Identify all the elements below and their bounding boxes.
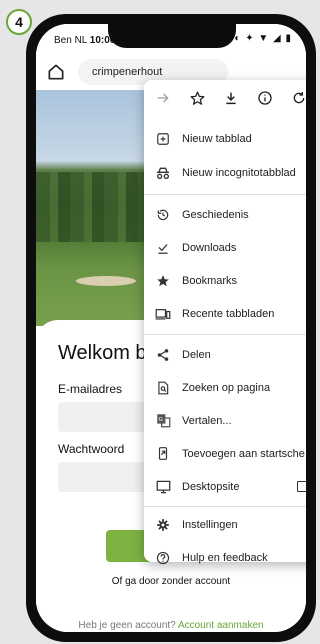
email-label: E-mailadres — [58, 382, 123, 396]
svg-text:G: G — [158, 417, 162, 423]
url-text: crimpenerhout — [92, 66, 163, 78]
bookmark-star-icon[interactable] — [186, 87, 208, 109]
history-icon — [154, 206, 172, 224]
menu-item-history[interactable]: Geschiedenis — [144, 198, 306, 231]
translate-icon: G — [154, 412, 172, 430]
refresh-icon[interactable] — [288, 87, 306, 109]
help-icon — [154, 549, 172, 567]
notch — [108, 24, 236, 48]
menu-divider — [144, 334, 306, 335]
guest-link[interactable]: Of ga door zonder account — [36, 576, 306, 587]
menu-item-find-in-page[interactable]: Zoeken op pagina — [144, 371, 306, 404]
menu-item-help[interactable]: Hulp en feedback — [144, 541, 306, 574]
menu-item-label: Nieuw tabblad — [182, 132, 252, 145]
menu-item-label: Geschiedenis — [182, 208, 249, 221]
menu-item-bookmarks[interactable]: Bookmarks — [144, 264, 306, 297]
menu-toolbar — [144, 80, 306, 116]
menu-item-label: Recente tabbladen — [182, 307, 275, 320]
menu-item-settings[interactable]: Instellingen — [144, 508, 306, 541]
bunker — [76, 276, 136, 286]
desktop-site-checkbox[interactable] — [297, 481, 306, 492]
info-icon[interactable] — [254, 87, 276, 109]
status-icons: ◐ ✦ ▼ ◢ ▮ — [234, 33, 292, 44]
menu-divider — [144, 194, 306, 195]
desktop-icon — [154, 478, 172, 496]
home-icon[interactable] — [46, 62, 66, 82]
signal-icon: ◐ ✦ ▼ ◢ ▮ — [234, 33, 292, 44]
menu-item-label: Downloads — [182, 241, 237, 254]
menu-item-label: Toevoegen aan startsche... — [182, 447, 306, 460]
settings-gear-icon — [154, 516, 172, 534]
phone-screen: Ben NL 10:06 ◐ ✦ ▼ ◢ ▮ crimpenerhout Wel… — [36, 24, 306, 632]
menu-item-share[interactable]: Delen — [144, 338, 306, 371]
menu-item-label: Vertalen... — [182, 414, 232, 427]
password-label: Wachtwoord — [58, 442, 125, 456]
menu-item-label: Bookmarks — [182, 274, 238, 287]
menu-item-label: Hulp en feedback — [182, 551, 268, 564]
bookmark-star-icon — [154, 272, 172, 290]
browser-overflow-menu: Nieuw tabblad Nieuw incognitotabblad Ges… — [144, 80, 306, 564]
menu-item-incognito[interactable]: Nieuw incognitotabblad — [144, 156, 306, 189]
menu-item-label: Nieuw incognitotabblad — [182, 166, 296, 179]
menu-item-label: Zoeken op pagina — [182, 381, 271, 394]
menu-item-recent-tabs[interactable]: Recente tabbladen — [144, 297, 306, 330]
welcome-heading: Welkom b — [58, 342, 147, 364]
recent-tabs-icon — [154, 305, 172, 323]
menu-item-downloads[interactable]: Downloads — [144, 231, 306, 264]
menu-item-new-tab[interactable]: Nieuw tabblad — [144, 122, 306, 155]
status-bar: Ben NL 10:06 ◐ ✦ ▼ ◢ ▮ — [36, 24, 306, 54]
step-badge: 4 — [6, 9, 32, 35]
forward-arrow-icon[interactable] — [152, 87, 174, 109]
menu-item-label: Delen — [182, 348, 211, 361]
menu-item-desktop-site[interactable]: Desktopsite — [144, 470, 306, 503]
incognito-icon — [154, 164, 172, 182]
signup-row: Heb je geen account? Account aanmaken — [36, 620, 306, 631]
menu-item-translate[interactable]: G Vertalen... — [144, 404, 306, 437]
share-icon — [154, 346, 172, 364]
phone-frame: Ben NL 10:06 ◐ ✦ ▼ ◢ ▮ crimpenerhout Wel… — [26, 14, 316, 642]
new-tab-icon — [154, 130, 172, 148]
status-left: Ben NL 10:06 — [54, 35, 115, 46]
download-icon[interactable] — [220, 87, 242, 109]
menu-divider — [144, 506, 306, 507]
menu-item-label: Desktopsite — [182, 480, 240, 493]
menu-item-add-to-home[interactable]: Toevoegen aan startsche... — [144, 437, 306, 470]
signup-link[interactable]: Account aanmaken — [178, 620, 264, 631]
find-in-page-icon — [154, 379, 172, 397]
downloads-icon — [154, 239, 172, 257]
signup-prompt: Heb je geen account? — [78, 620, 176, 631]
menu-item-label: Instellingen — [182, 518, 238, 531]
carrier-label: Ben NL — [54, 35, 87, 46]
add-to-home-icon — [154, 445, 172, 463]
